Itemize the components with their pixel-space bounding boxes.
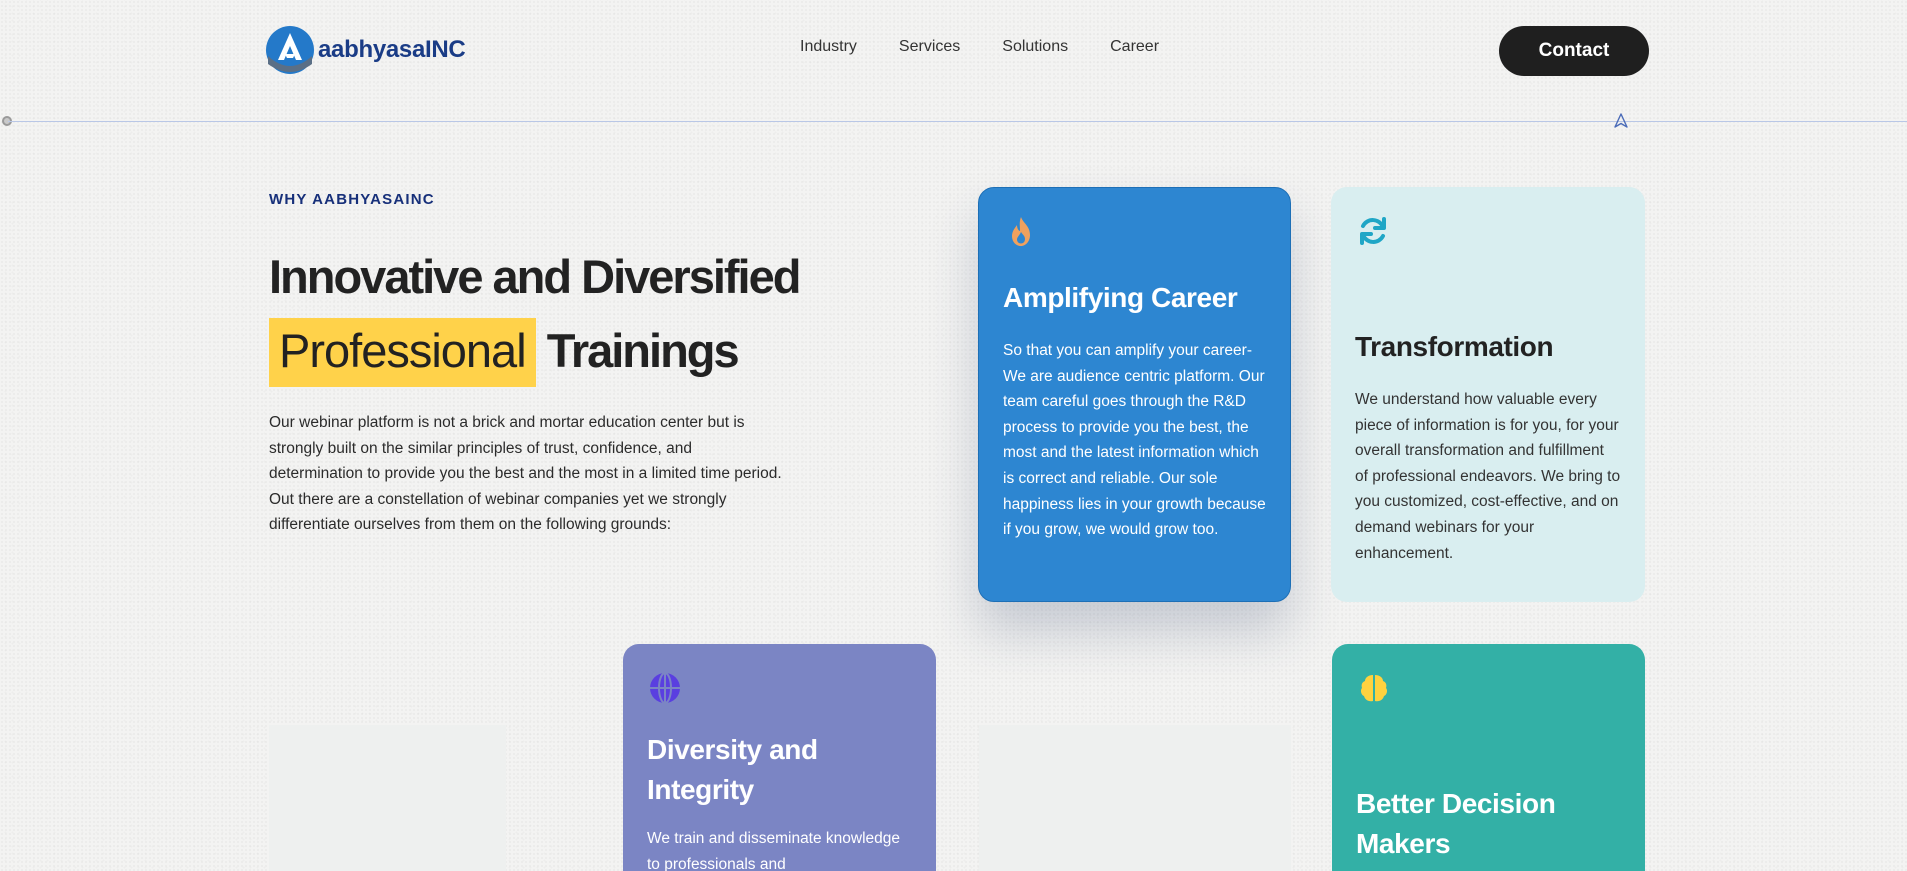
- card-transformation: Transformation We understand how valuabl…: [1331, 187, 1645, 602]
- logo-mark-icon: [266, 26, 314, 74]
- card-title: Amplifying Career: [1003, 282, 1238, 313]
- image-placeholder: [979, 725, 1291, 871]
- main-nav: Industry Services Solutions Career: [800, 38, 1201, 56]
- card-text: So that you can amplify your career- We …: [1003, 342, 1266, 539]
- card-title: Better Decision Makers: [1356, 788, 1556, 859]
- navigation-arrow-icon: [1614, 113, 1628, 128]
- site-header: aabhyasaINC Industry Services Solutions …: [0, 0, 1907, 100]
- image-placeholder: [269, 725, 506, 871]
- intro-paragraph-1: Our webinar platform is not a brick and …: [269, 414, 782, 483]
- nav-industry[interactable]: Industry: [800, 38, 857, 56]
- refresh-icon: [1360, 217, 1386, 245]
- brain-icon: [1360, 675, 1388, 702]
- logo[interactable]: aabhyasaINC: [264, 24, 466, 76]
- contact-button[interactable]: Contact: [1499, 26, 1649, 76]
- card-text: We understand how valuable every piece o…: [1355, 391, 1621, 562]
- intro-paragraph-2: Out there are a constellation of webinar…: [269, 490, 727, 534]
- card-title: Transformation: [1355, 331, 1554, 362]
- nav-solutions[interactable]: Solutions: [1002, 38, 1068, 56]
- card-amplifying-career: Amplifying Career So that you can amplif…: [978, 187, 1291, 602]
- card-text: We train and disseminate knowledge to pr…: [647, 830, 901, 871]
- headline-rest: Trainings: [546, 324, 740, 377]
- nav-services[interactable]: Services: [899, 38, 960, 56]
- card-title: Diversity and Integrity: [647, 734, 818, 805]
- headline-highlight: Professional: [269, 318, 536, 387]
- section-headline: Innovative and Diversified Professional …: [269, 240, 829, 388]
- headline-line1: Innovative and Diversified: [269, 250, 801, 303]
- card-better-decision-makers: Better Decision Makers: [1332, 644, 1645, 871]
- logo-text: aabhyasaINC: [318, 36, 466, 63]
- nav-career[interactable]: Career: [1110, 38, 1159, 56]
- card-diversity-integrity: Diversity and Integrity We train and dis…: [623, 644, 936, 871]
- fire-icon: [1012, 217, 1030, 246]
- section-eyebrow: WHY AABHYASAINC: [269, 191, 435, 208]
- intro-text: Our webinar platform is not a brick and …: [269, 410, 789, 538]
- globe-icon: [650, 672, 680, 704]
